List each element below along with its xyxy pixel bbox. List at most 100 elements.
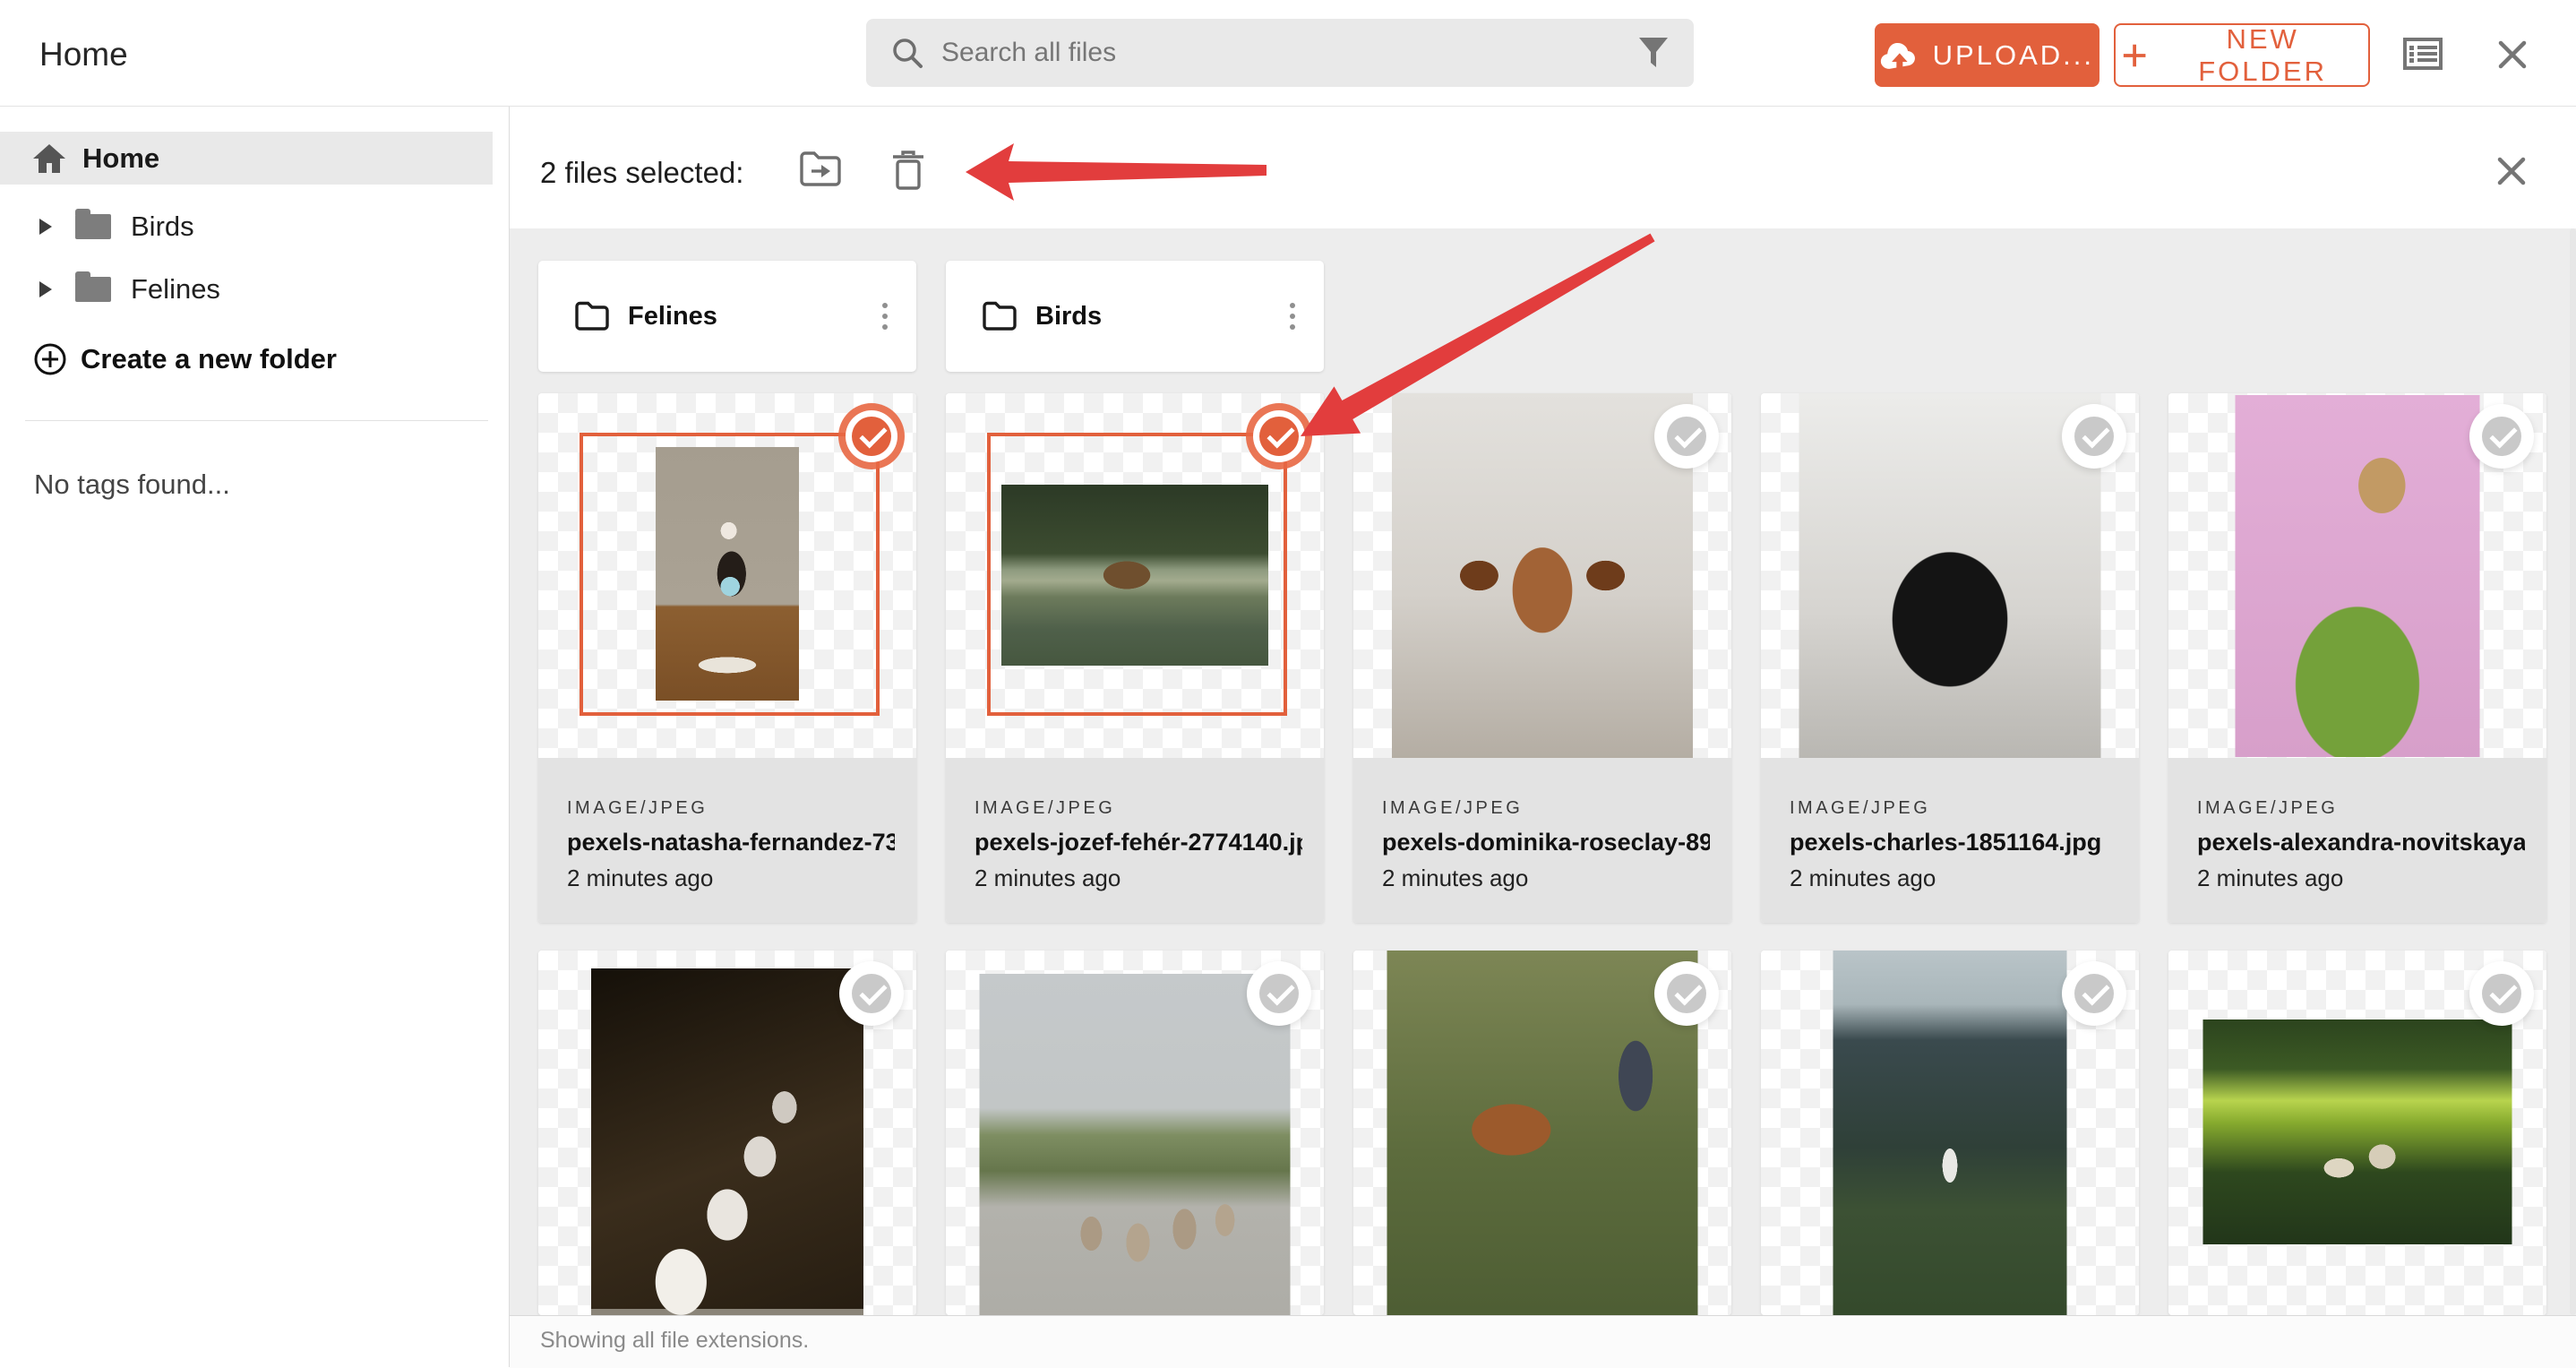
plus-icon (2123, 44, 2146, 66)
filter-button[interactable] (1635, 33, 1672, 73)
new-folder-button-label: NEW FOLDER (2198, 22, 2327, 87)
file-card[interactable]: IMAGE/JPEG pexels-dominika-roseclay-8952… (1353, 393, 1731, 923)
folder-outline-icon (574, 300, 610, 332)
check-icon (1674, 420, 1703, 449)
thumbnail-geese-on-road (979, 974, 1291, 1315)
delete-selected-button[interactable] (889, 150, 927, 191)
thumbnail-white-deer-hillside (1833, 951, 2067, 1315)
folder-card-name: Felines (628, 301, 717, 331)
file-card[interactable] (1761, 951, 2139, 1315)
close-icon (2497, 157, 2526, 185)
file-time: 2 minutes ago (975, 865, 1121, 891)
folder-menu-button[interactable] (1284, 297, 1301, 335)
sidebar-item-home[interactable]: Home (0, 132, 493, 185)
check-icon (1674, 977, 1703, 1006)
plus-circle-icon (32, 341, 68, 377)
selection-checkbox-unchecked[interactable] (2074, 974, 2114, 1013)
sidebar-birds-label: Birds (131, 211, 194, 242)
sidebar: Home Birds Felines Create a new folder N… (0, 107, 510, 1367)
sidebar-item-felines[interactable]: Felines (0, 262, 493, 316)
file-name: pexels-dominika-roseclay-8952... (1382, 829, 1710, 856)
folder-card-birds[interactable]: Birds (946, 261, 1324, 372)
folder-icon (75, 271, 111, 302)
check-icon (2489, 420, 2518, 449)
upload-button-label: UPLOAD... (1932, 39, 2094, 71)
selection-checkbox-unchecked[interactable] (2074, 417, 2114, 456)
file-name: pexels-jozef-fehér-2774140.jpg (975, 829, 1302, 856)
check-icon (2082, 977, 2110, 1006)
sidebar-divider (25, 420, 488, 421)
selection-checkbox-checked[interactable] (852, 417, 891, 456)
file-time: 2 minutes ago (567, 865, 714, 891)
thumbnail-black-pug (1799, 393, 2101, 758)
expand-caret-icon[interactable] (39, 281, 52, 297)
folder-card-name: Birds (1035, 301, 1103, 331)
create-new-folder-button[interactable]: Create a new folder (0, 332, 493, 386)
close-button[interactable] (2497, 40, 2528, 69)
file-time: 2 minutes ago (1790, 865, 1936, 891)
create-folder-label: Create a new folder (81, 343, 337, 374)
thumbnail-lambs-in-grass (2202, 1020, 2512, 1244)
file-meta: IMAGE/JPEG pexels-dominika-roseclay-8952… (1353, 758, 1731, 923)
thumbnail-dog-party-hat (656, 447, 799, 701)
selection-checkbox-unchecked[interactable] (2482, 417, 2521, 456)
file-card[interactable]: IMAGE/JPEG pexels-charles-1851164.jpg 2 … (1761, 393, 2139, 923)
sidebar-item-birds[interactable]: Birds (0, 200, 493, 254)
thumbnail-dog-swimming-with-stick (1001, 485, 1268, 666)
search-bar (866, 19, 1694, 87)
thumbnail-dog-green-wig (2235, 395, 2480, 757)
selection-checkbox-unchecked[interactable] (2482, 974, 2521, 1013)
move-to-folder-button[interactable] (799, 150, 842, 187)
file-type-label: IMAGE/JPEG (567, 798, 708, 818)
expand-caret-icon[interactable] (39, 219, 52, 235)
file-card[interactable]: IMAGE/JPEG pexels-alexandra-novitskaya-2… (2168, 393, 2546, 923)
file-card[interactable] (946, 951, 1324, 1315)
file-name: pexels-alexandra-novitskaya-2... (2197, 829, 2525, 856)
folder-menu-button[interactable] (877, 297, 893, 335)
file-type-label: IMAGE/JPEG (2197, 798, 2339, 818)
selection-checkbox-unchecked[interactable] (1259, 974, 1299, 1013)
status-bar: Showing all file extensions. (510, 1315, 2576, 1368)
check-icon (2489, 977, 2518, 1006)
file-meta: IMAGE/JPEG pexels-charles-1851164.jpg 2 … (1761, 758, 2139, 923)
file-card[interactable]: IMAGE/JPEG pexels-jozef-fehér-2774140.jp… (946, 393, 1324, 923)
search-icon (893, 39, 923, 68)
scrollbar[interactable] (2570, 228, 2576, 1315)
new-folder-button[interactable]: NEW FOLDER (2114, 23, 2370, 87)
thumbnail-dachshund-portrait (1392, 393, 1693, 758)
file-meta: IMAGE/JPEG pexels-jozef-fehér-2774140.jp… (946, 758, 1324, 923)
selection-checkbox-unchecked[interactable] (1667, 974, 1706, 1013)
filter-funnel-icon (1639, 38, 1668, 67)
trash-icon (893, 151, 923, 190)
upload-cloud-icon (1880, 42, 1915, 69)
thumbnail-seagulls-on-railing (591, 968, 863, 1315)
file-card[interactable]: IMAGE/JPEG pexels-natasha-fernandez-733.… (538, 393, 916, 923)
move-to-folder-icon (800, 151, 841, 186)
selection-checkbox-checked[interactable] (1259, 417, 1299, 456)
sidebar-felines-label: Felines (131, 273, 220, 305)
check-icon (859, 977, 888, 1006)
check-icon (859, 420, 888, 449)
clear-selection-button[interactable] (2496, 157, 2527, 185)
selection-action-bar: 2 files selected: (510, 107, 2576, 228)
file-type-label: IMAGE/JPEG (1382, 798, 1524, 818)
search-input[interactable] (940, 37, 1635, 69)
folder-card-felines[interactable]: Felines (538, 261, 916, 372)
folder-outline-icon (982, 300, 1018, 332)
file-name: pexels-natasha-fernandez-733... (567, 829, 895, 856)
file-card[interactable] (538, 951, 916, 1315)
selection-checkbox-unchecked[interactable] (852, 974, 891, 1013)
file-card[interactable] (2168, 951, 2546, 1315)
selection-count-label: 2 files selected: (540, 156, 744, 189)
file-meta: IMAGE/JPEG pexels-alexandra-novitskaya-2… (2168, 758, 2546, 923)
file-meta: IMAGE/JPEG pexels-natasha-fernandez-733.… (538, 758, 916, 923)
check-icon (2082, 420, 2110, 449)
upload-button[interactable]: UPLOAD... (1875, 23, 2099, 87)
page-title: Home (39, 36, 128, 73)
list-view-button[interactable] (2403, 38, 2443, 70)
list-view-icon (2403, 38, 2443, 70)
file-card[interactable] (1353, 951, 1731, 1315)
selection-checkbox-unchecked[interactable] (1667, 417, 1706, 456)
file-time: 2 minutes ago (2197, 865, 2344, 891)
folder-icon (75, 209, 111, 239)
